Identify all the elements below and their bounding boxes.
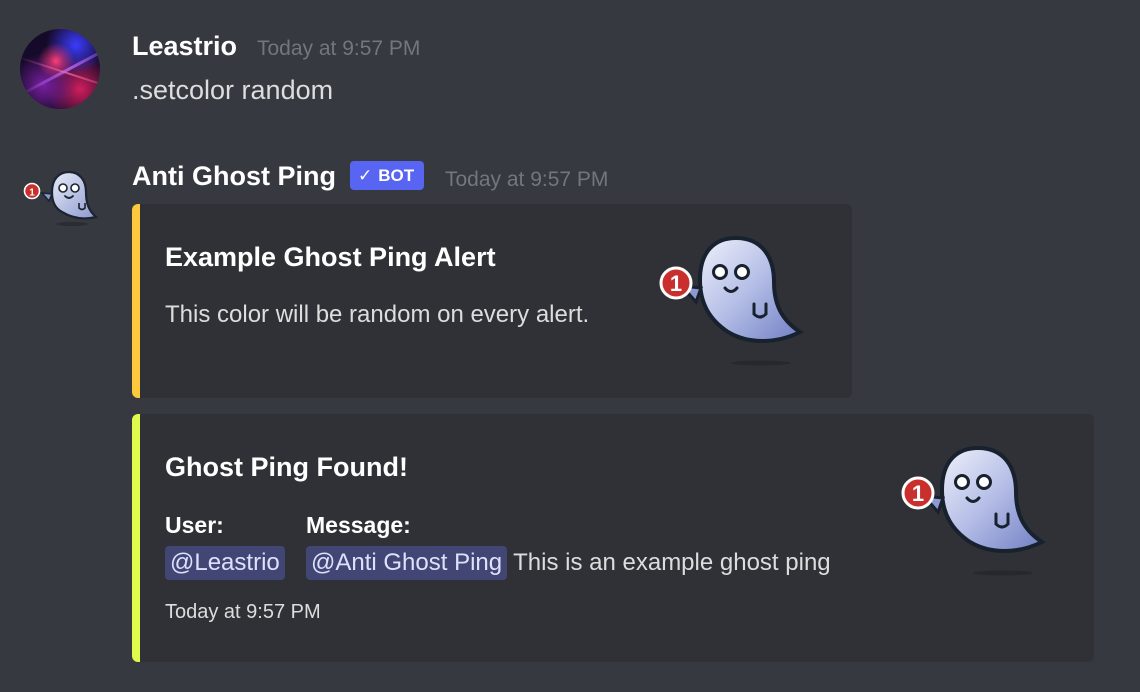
mention-leastrio[interactable]: @Leastrio xyxy=(165,546,285,580)
message-timestamp[interactable]: Today at 9:57 PM xyxy=(257,37,420,61)
message-timestamp[interactable]: Today at 9:57 PM xyxy=(445,168,608,192)
bot-tag-label: BOT xyxy=(378,165,415,185)
embed-footer-timestamp: Today at 9:57 PM xyxy=(165,601,321,623)
bot-tag: ✓ BOT xyxy=(350,161,425,190)
ghost-thumbnail-icon[interactable]: 1 xyxy=(900,442,1070,582)
embed-description: This color will be random on every alert… xyxy=(165,301,590,328)
mention-anti-ghost-ping[interactable]: @Anti Ghost Ping xyxy=(306,546,508,580)
embed-ghost-ping-found: Ghost Ping Found! User: @Leastrio Messag… xyxy=(132,414,1094,662)
field-user-value: @Leastrio xyxy=(165,546,285,580)
svg-text:1: 1 xyxy=(912,481,924,506)
field-user-name: User: xyxy=(165,512,224,538)
embed-accent-bar xyxy=(132,204,140,398)
checkmark-icon: ✓ xyxy=(358,165,373,185)
avatar-badge-count: 1 xyxy=(29,188,35,199)
message-content: .setcolor random xyxy=(132,75,334,105)
embed-accent-bar xyxy=(132,414,140,662)
embed-title: Ghost Ping Found! xyxy=(165,452,408,482)
field-message-name: Message: xyxy=(306,512,411,538)
embed-example-alert: Example Ghost Ping Alert This color will… xyxy=(132,204,852,398)
field-message-text: This is an example ghost ping xyxy=(513,549,831,576)
message-author[interactable]: Anti Ghost Ping xyxy=(132,161,336,192)
user-avatar[interactable] xyxy=(20,29,100,109)
ghost-thumbnail-icon[interactable]: 1 xyxy=(658,232,828,372)
embed-title: Example Ghost Ping Alert xyxy=(165,242,496,272)
field-message-value: @Anti Ghost Ping This is an example ghos… xyxy=(306,546,831,580)
message-author[interactable]: Leastrio xyxy=(132,31,237,62)
bot-avatar-ghost-icon[interactable]: 1 xyxy=(22,168,100,230)
svg-text:1: 1 xyxy=(670,271,682,296)
